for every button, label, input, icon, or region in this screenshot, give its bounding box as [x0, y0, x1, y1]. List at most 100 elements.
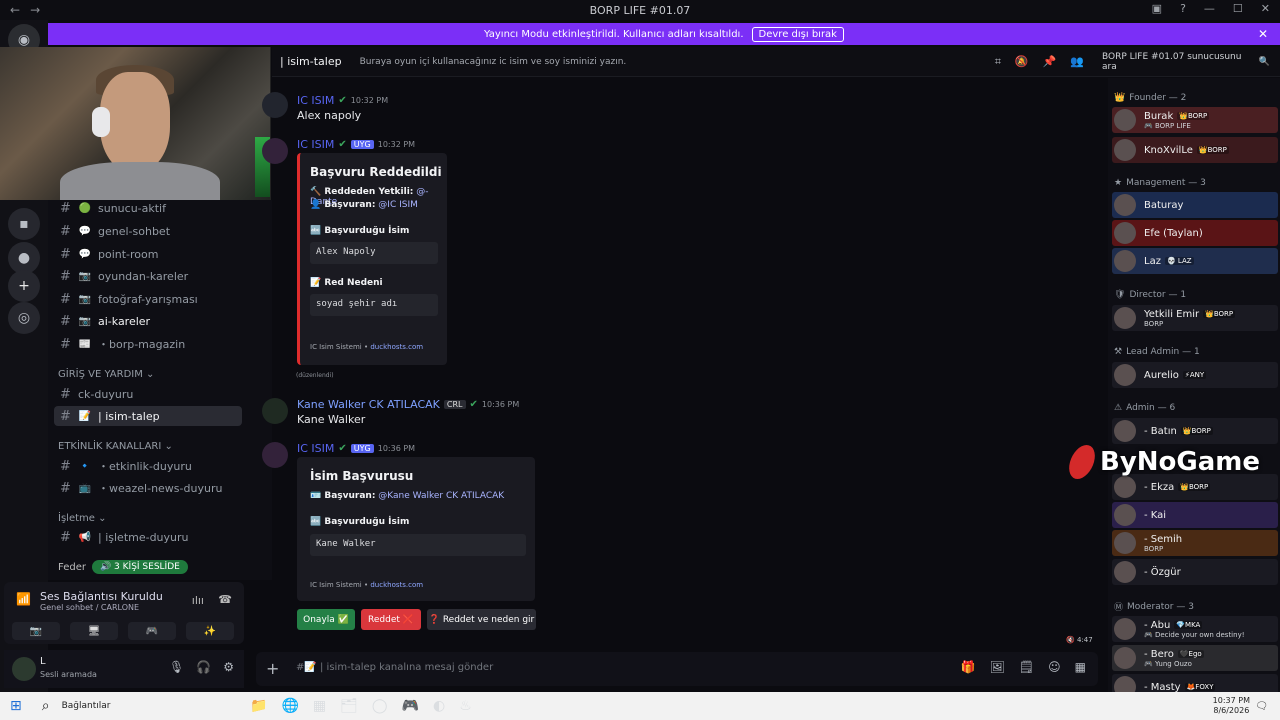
- avatar[interactable]: [1114, 618, 1136, 640]
- file-explorer-icon[interactable]: 📁: [250, 698, 267, 714]
- avatar[interactable]: [262, 92, 288, 118]
- channel-item[interactable]: # 📷 fotoğraf-yarışması: [54, 289, 242, 309]
- headphones-icon[interactable]: 🎧: [196, 660, 211, 674]
- avatar[interactable]: [1114, 139, 1136, 161]
- avatar[interactable]: [1114, 307, 1136, 329]
- channel-item[interactable]: # 📺 ・weazel-news-duyuru: [54, 478, 242, 498]
- voice-status[interactable]: Ses Bağlantısı Kuruldu: [40, 590, 163, 603]
- sticker-icon[interactable]: 🗒: [1019, 660, 1034, 674]
- avatar[interactable]: [1114, 420, 1136, 442]
- avatar[interactable]: [262, 138, 288, 164]
- avatar[interactable]: [1114, 222, 1136, 244]
- threads-icon[interactable]: ⌗: [995, 55, 1001, 69]
- apps-icon[interactable]: ▦: [1075, 660, 1086, 674]
- steam-icon[interactable]: ♨: [459, 698, 472, 714]
- avatar[interactable]: [262, 442, 288, 468]
- footer-link[interactable]: duckhosts.com: [370, 343, 423, 351]
- member-item[interactable]: - Semih BORP: [1112, 530, 1278, 556]
- soundboard-button[interactable]: ✨: [186, 622, 234, 640]
- voice-channel-preview[interactable]: Feder 🔊 3 KİŞİ SESLİDE: [58, 560, 188, 574]
- member-item[interactable]: - Batın 👑BORP: [1112, 418, 1278, 444]
- mute-bell-icon[interactable]: 🔕: [1015, 55, 1029, 69]
- member-item[interactable]: Burak 👑BORP 🎮 BORP LIFE: [1112, 107, 1278, 133]
- channel-item-active[interactable]: # 📝 | isim-talep: [54, 406, 242, 426]
- channel-item[interactable]: # ck-duyuru: [54, 384, 242, 404]
- activity-button[interactable]: 🎮: [128, 622, 176, 640]
- screen-share-button[interactable]: 🖥: [70, 622, 118, 640]
- member-item[interactable]: Baturay: [1112, 192, 1278, 218]
- search-icon[interactable]: ⌕: [42, 698, 50, 714]
- discord-icon[interactable]: 🎮: [402, 698, 419, 714]
- browser-icon[interactable]: 🌐: [281, 698, 298, 714]
- inbox-icon[interactable]: ▣: [1152, 2, 1162, 15]
- message-author[interactable]: IC ISIM ✔ UYG 10:36 PM: [297, 442, 415, 455]
- message-author[interactable]: IC ISIM ✔ UYG 10:32 PM: [297, 138, 415, 151]
- server-icon[interactable]: ▪: [8, 208, 40, 240]
- gear-icon[interactable]: ⚙: [223, 660, 234, 674]
- gif-icon[interactable]: 🖼: [990, 660, 1005, 674]
- member-item[interactable]: - Bero 🖤Ego 🎮 Yung Ouzo: [1112, 645, 1278, 671]
- channel-item[interactable]: # 💬 point-room: [54, 244, 242, 264]
- avatar[interactable]: [262, 398, 288, 424]
- camera-button[interactable]: 📷: [12, 622, 60, 640]
- avatar[interactable]: [1114, 250, 1136, 272]
- windows-start-icon[interactable]: ⊞: [10, 698, 22, 714]
- help-icon[interactable]: ?: [1180, 2, 1186, 15]
- member-item[interactable]: Aurelio ⚡ANY: [1112, 362, 1278, 388]
- member-item[interactable]: - Kai: [1112, 502, 1278, 528]
- channel-item[interactable]: # 🔹 ・etkinlik-duyuru: [54, 456, 242, 476]
- minimize-button[interactable]: —: [1204, 2, 1215, 15]
- avatar[interactable]: [1114, 532, 1136, 554]
- member-item[interactable]: - Özgür: [1112, 559, 1278, 585]
- member-item[interactable]: - Abu 💎MKA 🎮 Decide your own destiny!: [1112, 616, 1278, 642]
- avatar[interactable]: [1114, 504, 1136, 526]
- notice-close-icon[interactable]: ✕: [1258, 27, 1268, 41]
- channel-item[interactable]: # 🟢 sunucu-aktif: [54, 198, 242, 218]
- member-item[interactable]: Yetkili Emir 👑BORP BORP: [1112, 305, 1278, 331]
- footer-link[interactable]: duckhosts.com: [370, 581, 423, 589]
- attach-plus-icon[interactable]: +: [266, 659, 279, 678]
- user-mention[interactable]: @IC ISIM: [378, 200, 418, 210]
- noise-suppression-icon[interactable]: ılıı: [192, 594, 204, 607]
- microphone-icon[interactable]: 🎙: [169, 660, 184, 674]
- user-mention[interactable]: @Kane Walker CK ATILACAK: [378, 491, 504, 501]
- channel-item[interactable]: # 📢 | işletme-duyuru: [54, 527, 242, 547]
- folder-icon[interactable]: 🗂: [340, 698, 358, 714]
- members-icon[interactable]: 👥: [1070, 55, 1084, 69]
- channel-item[interactable]: # 📷 oyundan-kareler: [54, 266, 242, 286]
- close-window-button[interactable]: ✕: [1261, 2, 1270, 15]
- taskbar-clock[interactable]: 10:37 PM 8/6/2026: [1213, 696, 1250, 716]
- approve-button[interactable]: Onayla ✅: [297, 609, 355, 630]
- reject-button[interactable]: Reddet ❌: [361, 609, 421, 630]
- member-item[interactable]: KnoXvilLe 👑BORP: [1112, 137, 1278, 163]
- message-author[interactable]: Kane Walker CK ATILACAK CRL ✔ 10:36 PM: [297, 398, 519, 411]
- channel-item[interactable]: # 📰 ・borp-magazin: [54, 334, 242, 354]
- emoji-icon[interactable]: ☺: [1048, 660, 1061, 674]
- avatar[interactable]: [1114, 109, 1136, 131]
- obs-icon[interactable]: ◐: [433, 698, 445, 714]
- avatar[interactable]: [1114, 364, 1136, 386]
- opera-icon[interactable]: ◯: [372, 698, 388, 714]
- avatar[interactable]: [1114, 561, 1136, 583]
- taskbar-search-label[interactable]: Bağlantılar: [62, 701, 111, 711]
- message-author[interactable]: IC ISIM ✔ 10:32 PM: [297, 94, 388, 107]
- avatar[interactable]: [1114, 194, 1136, 216]
- category-help[interactable]: GİRİŞ VE YARDIM ⌄: [58, 369, 154, 380]
- notification-icon[interactable]: 🗨: [1255, 701, 1268, 712]
- add-server-icon[interactable]: +: [8, 270, 40, 302]
- member-item[interactable]: Efe (Taylan): [1112, 220, 1278, 246]
- maximize-button[interactable]: ☐: [1233, 2, 1243, 15]
- server-search[interactable]: BORP LIFE #01.07 sunucusunu ara 🔍: [1102, 52, 1270, 72]
- pin-icon[interactable]: 📌: [1043, 55, 1057, 69]
- disable-streamer-mode-button[interactable]: Devre dışı bırak: [751, 26, 844, 42]
- reject-with-reason-button[interactable]: ❓ Reddet ve neden gir: [427, 609, 536, 630]
- message-input[interactable]: #📝 | isim-talep kanalına mesaj gönder: [296, 662, 493, 673]
- category-business[interactable]: İşletme ⌄: [58, 513, 106, 524]
- channel-topic[interactable]: Buraya oyun içi kullanacağınız ic isim v…: [360, 57, 627, 67]
- channel-item[interactable]: # 📷 ai-kareler: [54, 311, 242, 331]
- avatar[interactable]: [12, 657, 36, 681]
- disconnect-icon[interactable]: ☎: [218, 593, 232, 606]
- store-icon[interactable]: ▦: [313, 698, 326, 714]
- avatar[interactable]: [1114, 647, 1136, 669]
- gift-icon[interactable]: 🎁: [961, 660, 976, 674]
